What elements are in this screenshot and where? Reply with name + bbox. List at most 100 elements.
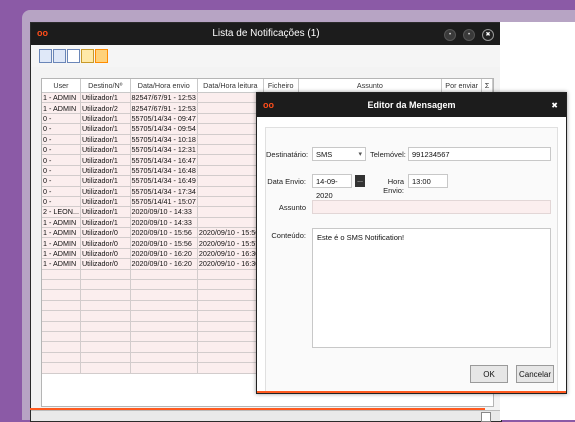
column-header[interactable]: Por enviar — [441, 79, 483, 93]
table-cell: 55705/14/34 - 16:48 — [130, 165, 198, 177]
table-cell: Utilizador/0 — [80, 258, 131, 270]
table-cell — [197, 123, 264, 135]
table-cell: 55705/14/41 - 15:07 — [130, 196, 198, 208]
hora-envio-label: Hora Envio: — [383, 177, 404, 195]
column-header[interactable]: Σ — [481, 79, 493, 93]
table-cell: 2020/09/10 - 16:30 — [197, 258, 264, 270]
table-cell — [80, 300, 131, 312]
table-cell: 0 - — [42, 186, 81, 197]
toolbar — [31, 45, 501, 67]
table-cell — [80, 289, 131, 301]
ok-button[interactable]: OK — [470, 365, 508, 383]
table-cell: 55705/14/34 - 16:47 — [130, 154, 198, 166]
table-cell — [130, 279, 198, 291]
table-cell: 2020/09/10 - 15:56 — [130, 237, 198, 249]
table-cell: 0 - — [42, 154, 81, 166]
table-cell — [42, 331, 81, 343]
table-cell — [197, 175, 264, 187]
export-icon[interactable] — [81, 49, 94, 63]
table-cell — [80, 341, 131, 353]
table-cell: 2020/09/10 - 16:20 — [130, 258, 198, 270]
message-editor-dialog: oo Editor da Mensagem ✖ Destinatário: SM… — [256, 92, 567, 394]
table-cell: Utilizador/1 — [80, 123, 131, 135]
table-cell: 1 - ADMIN — [42, 237, 81, 249]
table-cell — [130, 300, 198, 312]
cancel-button[interactable]: Cancelar — [516, 365, 554, 383]
destinatario-select[interactable]: SMS ▾ — [312, 147, 366, 161]
table-cell — [80, 279, 131, 291]
table-cell: 0 - — [42, 196, 81, 208]
column-header[interactable]: Data/Hora leitura — [197, 79, 264, 93]
dialog-accent-line — [257, 391, 566, 393]
dialog-titlebar: oo Editor da Mensagem ✖ — [257, 93, 566, 117]
telemovel-field[interactable]: 991234567 — [408, 147, 551, 161]
maximize-button[interactable]: • — [463, 29, 475, 41]
column-header[interactable]: Ficheiro — [263, 79, 299, 93]
column-header[interactable]: User — [42, 79, 81, 93]
table-cell — [197, 165, 264, 177]
data-envio-field[interactable]: 14-09-2020 — [312, 174, 352, 200]
table-cell: Utilizador/1 — [80, 92, 131, 104]
window-title: Lista de Notificações (1) — [212, 28, 320, 39]
table-cell: 1 - ADMIN — [42, 227, 81, 239]
close-button[interactable]: ✖ — [482, 29, 494, 41]
edit-icon[interactable] — [95, 49, 108, 63]
table-cell: 1 - ADMIN — [42, 102, 81, 114]
add-icon[interactable] — [39, 49, 52, 63]
table-cell — [197, 269, 264, 281]
column-header[interactable]: Assunto — [298, 79, 443, 93]
table-cell — [42, 341, 81, 353]
table-cell: 55705/14/34 - 12:31 — [130, 144, 198, 156]
main-titlebar: oo Lista de Notificações (1) • • ✖ — [31, 23, 501, 45]
table-cell: Utilizador/1 — [80, 217, 131, 229]
table-cell: 1 - ADMIN — [42, 217, 81, 229]
table-cell: 55705/14/34 - 10:18 — [130, 134, 198, 145]
hora-envio-field[interactable]: 13:00 — [408, 174, 448, 188]
table-cell — [197, 206, 264, 218]
table-cell: Utilizador/1 — [80, 154, 131, 166]
table-cell: 0 - — [42, 113, 81, 125]
table-cell — [197, 321, 264, 333]
scroll-icon[interactable] — [481, 412, 491, 422]
table-cell: Utilizador/1 — [80, 144, 131, 156]
table-cell — [130, 362, 198, 374]
column-header[interactable]: Data/Hora envio — [130, 79, 198, 93]
table-cell — [42, 362, 81, 374]
destinatario-value: SMS — [316, 150, 333, 159]
minimize-button[interactable]: • — [444, 29, 456, 41]
table-cell: 0 - — [42, 175, 81, 187]
column-header[interactable]: Destino/Nº — [80, 79, 131, 93]
table-cell — [197, 300, 264, 312]
table-cell — [130, 341, 198, 353]
dialog-close-icon[interactable]: ✖ — [551, 101, 558, 110]
table-cell — [80, 331, 131, 343]
dialog-body: Destinatário: SMS ▾ Telemóvel: 991234567… — [265, 127, 558, 393]
window-accent-line — [30, 408, 485, 410]
remove-icon[interactable] — [53, 49, 66, 63]
table-cell: Utilizador/0 — [80, 237, 131, 249]
table-cell: 2020/09/10 - 15:57 — [197, 237, 264, 249]
table-cell: 55705/14/34 - 17:34 — [130, 186, 198, 197]
table-cell — [130, 310, 198, 322]
table-cell — [42, 321, 81, 333]
table-cell — [130, 269, 198, 281]
destinatario-label: Destinatário: — [266, 150, 309, 159]
table-cell: Utilizador/1 — [80, 196, 131, 208]
table-cell — [42, 269, 81, 281]
data-envio-label: Data Envio: — [267, 177, 306, 186]
table-cell: 82547/67/91 - 12:53 — [130, 102, 198, 114]
table-cell — [197, 144, 264, 156]
table-cell — [42, 310, 81, 322]
table-cell: 1 - ADMIN — [42, 248, 81, 260]
conteudo-textarea[interactable]: Este é o SMS Notification! — [312, 228, 551, 348]
conteudo-label: Conteúdo: — [271, 231, 306, 240]
document-icon[interactable] — [67, 49, 80, 63]
status-bar — [31, 410, 501, 422]
table-cell — [197, 113, 264, 125]
table-cell — [197, 352, 264, 364]
table-cell — [130, 289, 198, 301]
table-cell — [197, 279, 264, 291]
assunto-field[interactable] — [312, 200, 551, 214]
calendar-icon[interactable]: ... — [355, 175, 365, 187]
table-header: User Destino/Nº Data/Hora envio Data/Hora l… — [42, 79, 493, 93]
